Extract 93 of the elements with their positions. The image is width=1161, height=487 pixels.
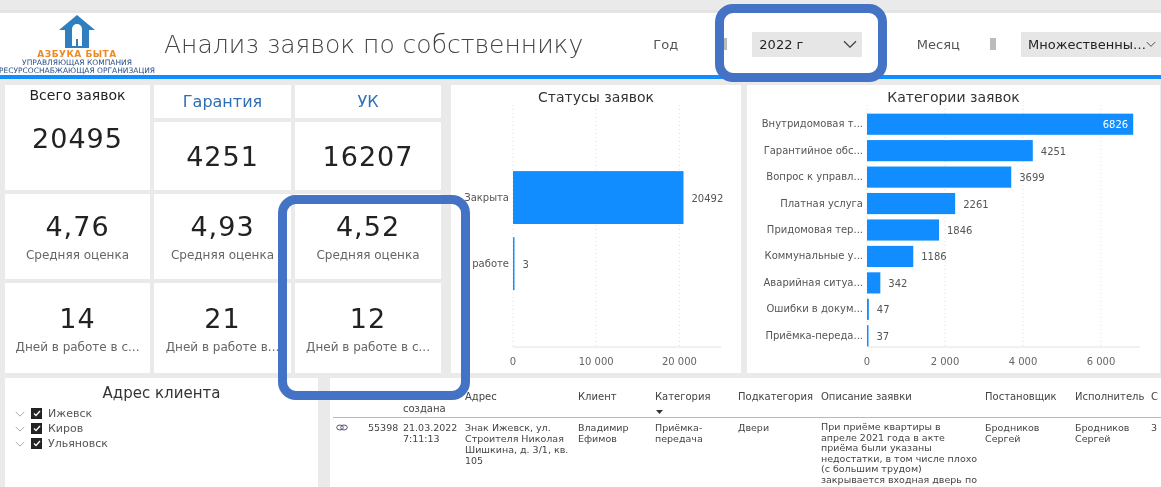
column-header[interactable]: Исполнитель (1072, 378, 1148, 418)
category-label: Придомовая тер... (766, 224, 863, 235)
filter-dropdown[interactable]: 2022 г (752, 31, 862, 57)
kpi-value: 21 (204, 302, 241, 334)
value-label: 1846 (947, 225, 973, 236)
filter-label: Год (653, 36, 679, 52)
group-title: УК (357, 92, 379, 111)
table-cell-text: Владимир Ефимов (577, 421, 630, 446)
category-label: Вопрос к управл... (766, 171, 863, 183)
bar[interactable] (867, 272, 881, 294)
axis-tick-label: 0 (863, 356, 871, 367)
house-logo-icon (57, 13, 97, 49)
value-label: 3699 (1019, 172, 1045, 184)
category-label: Внутридомовая т... (761, 118, 863, 130)
column-header[interactable]: Подкатегория (735, 378, 818, 418)
kpi-label: Дней в работе в с... (15, 339, 140, 354)
table-cell-text: Приёмка-передача (654, 421, 704, 446)
table-cell-text: 3 (1150, 421, 1159, 435)
bar[interactable] (867, 219, 939, 241)
axis-tick-label: 10 000 (578, 356, 614, 367)
category-label: Ошибки в докум... (766, 303, 863, 315)
axis-tick-label: 4 000 (1008, 356, 1038, 367)
value-label: 20492 (691, 192, 724, 204)
table-cell-text: Знак Ижевск, ул. Строителя Николая Шишкина, д. 3/1, кв. 105 (464, 421, 570, 468)
bar[interactable] (867, 193, 956, 215)
category-label: Коммунальные у... (764, 250, 863, 262)
category-label: работе (472, 257, 509, 269)
kpi-label: Дней в работе в... (165, 339, 280, 354)
filter-label: Месяц (916, 36, 960, 52)
category-label: Приёмка-переда... (765, 329, 863, 341)
axis-tick-label: 6 000 (1086, 356, 1116, 367)
kpi-label: Средняя оценка (316, 248, 420, 262)
table-cell-text: Бродников Сергей (984, 421, 1041, 446)
table-cell-text: При приёме квартиры в апреле 2021 года в акте приёма были указаны недостатки, в том числе плохо (с большим трудом) закрывается входная дверь по (820, 420, 979, 487)
tree-item-label[interactable]: Ижевск (48, 407, 93, 420)
kpi-value: 14 (59, 302, 96, 334)
axis-tick-label: 20 000 (661, 356, 697, 367)
bar[interactable] (867, 140, 1033, 162)
column-header[interactable]: Клиент (575, 378, 652, 418)
kpi-value: 16207 (322, 140, 414, 172)
table-cell-text: 21.03.2022 7:11:13 (402, 421, 459, 446)
value-label: 4251 (1040, 145, 1067, 157)
table-cell-text: Бродников Сергей (1074, 421, 1131, 446)
axis-tick-label: 0 (509, 356, 517, 367)
value-label: 47 (876, 304, 890, 316)
value-label: 3 (522, 258, 529, 270)
checkbox[interactable] (31, 423, 42, 434)
chart-title: Статусы заявок (538, 89, 654, 105)
tree-item-label[interactable]: Ульяновск (48, 437, 108, 450)
column-header[interactable]: Адрес (462, 378, 575, 418)
tree-item-label[interactable]: Киров (48, 422, 84, 435)
checkbox[interactable] (31, 408, 42, 419)
table-cell-text: 55398 (367, 421, 400, 435)
kpi-value: 4,76 (45, 211, 110, 242)
kpi-value: 12 (349, 302, 387, 334)
filter-dropdown[interactable]: Множественны… (1021, 31, 1161, 57)
chart-title: Категории заявок (887, 89, 1020, 105)
group-title: Гарантия (182, 92, 263, 111)
link-icon[interactable] (336, 424, 348, 431)
column-header[interactable]: Постановщик (982, 378, 1072, 418)
checkbox[interactable] (31, 438, 42, 449)
kpi-title: Всего заявок (29, 87, 126, 103)
table-cell-text: Двери (737, 421, 771, 435)
filter-title: Адрес клиента (101, 384, 222, 402)
value-label: 6826 (1102, 119, 1129, 131)
kpi-value: 4,93 (190, 211, 255, 242)
category-label: Гарантийное обс... (763, 144, 863, 156)
axis-tick-label: 2 000 (930, 356, 960, 367)
column-header[interactable]: Описание заявки (818, 378, 982, 418)
category-label: Закрыта (464, 191, 509, 203)
value-label: 2261 (963, 198, 989, 210)
report-title: Анализ заявок по собственнику (164, 29, 584, 59)
kpi-value: 4251 (186, 140, 259, 172)
category-label: Платная услуга (780, 197, 863, 209)
value-label: 342 (888, 277, 908, 289)
column-header[interactable]: создана (400, 378, 462, 418)
filter-marker-icon (989, 38, 996, 50)
kpi-value: 4,52 (335, 211, 401, 242)
kpi-label: Средняя оценка (25, 248, 130, 262)
bar[interactable] (867, 113, 1134, 135)
chevron-down-icon (842, 39, 857, 49)
bar[interactable] (867, 245, 914, 267)
chevron-down-icon (1146, 39, 1156, 49)
bar[interactable] (867, 166, 1012, 188)
column-header[interactable]: С (1148, 378, 1161, 418)
value-label: 1186 (921, 251, 947, 263)
kpi-label: Дней в работе в с... (306, 339, 430, 354)
column-header[interactable]: Категория (652, 378, 735, 418)
value-label: 37 (876, 330, 890, 342)
kpi-value: 20495 (32, 123, 123, 154)
logo-name: АЗБУКА БЫТА (37, 49, 117, 59)
category-label: Аварийная ситуа... (763, 276, 863, 288)
kpi-label: Средняя оценка (170, 248, 275, 262)
